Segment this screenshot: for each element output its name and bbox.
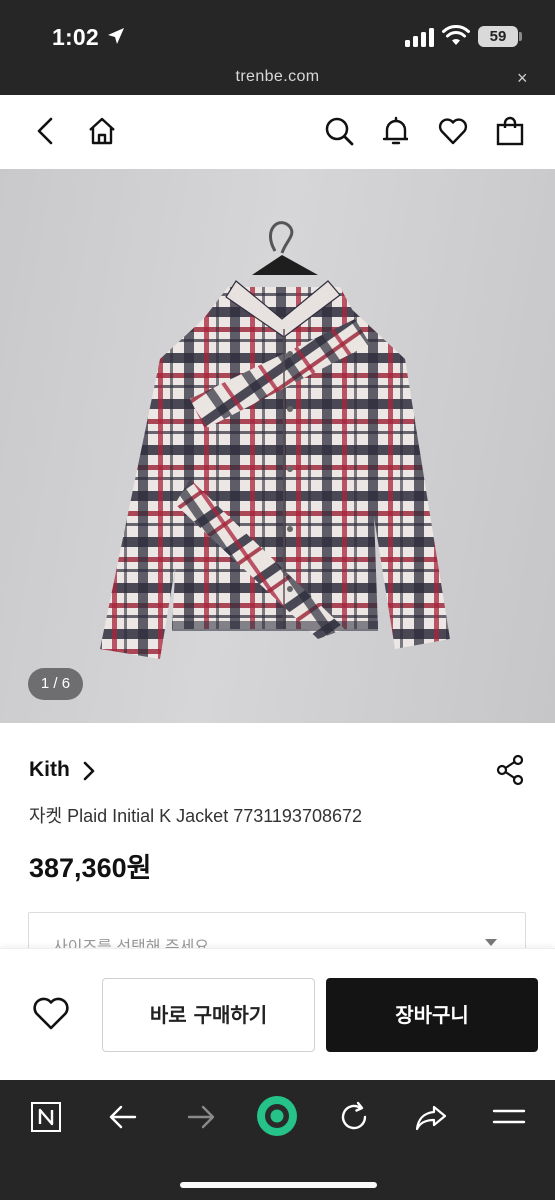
search-icon[interactable] [323, 115, 355, 147]
share-arrow-icon[interactable] [414, 1102, 448, 1132]
battery-indicator: 59 [478, 26, 518, 47]
back-arrow-icon[interactable] [108, 1102, 138, 1132]
app-header [0, 95, 555, 169]
buy-now-button[interactable]: 바로 구매하기 [102, 978, 315, 1052]
product-image[interactable] [0, 169, 555, 723]
chevron-right-icon[interactable] [80, 760, 98, 782]
heart-icon[interactable] [437, 115, 469, 147]
back-icon[interactable] [30, 115, 62, 147]
url-text[interactable]: trenbe.com [0, 68, 555, 86]
wifi-icon [442, 25, 470, 45]
home-indicator [180, 1182, 377, 1188]
status-time: 1:02 [52, 24, 99, 50]
refresh-icon[interactable] [338, 1101, 370, 1133]
location-arrow-icon [108, 28, 124, 44]
plaid-jacket-illustration [100, 221, 450, 659]
menu-icon[interactable] [492, 1105, 526, 1129]
bell-icon[interactable] [380, 115, 412, 147]
product-price: 387,360원 [29, 853, 152, 883]
close-icon[interactable]: × [517, 68, 528, 89]
image-counter: 1 / 6 [28, 668, 83, 700]
product-name: 자켓 Plaid Initial K Jacket 7731193708672 [29, 806, 363, 826]
wishlist-heart-icon[interactable] [32, 995, 70, 1031]
add-to-cart-button[interactable]: 장바구니 [326, 978, 538, 1052]
forward-arrow-icon[interactable] [186, 1102, 216, 1132]
bag-icon[interactable] [494, 115, 526, 147]
share-icon[interactable] [494, 754, 526, 786]
home-icon[interactable] [86, 115, 118, 147]
green-dot-icon[interactable] [255, 1094, 299, 1138]
cellular-signal-icon [405, 28, 434, 47]
brand-name[interactable]: Kith [29, 758, 70, 782]
naver-n-icon[interactable] [30, 1101, 62, 1133]
battery-tip [519, 32, 522, 41]
caret-down-icon [485, 939, 497, 946]
